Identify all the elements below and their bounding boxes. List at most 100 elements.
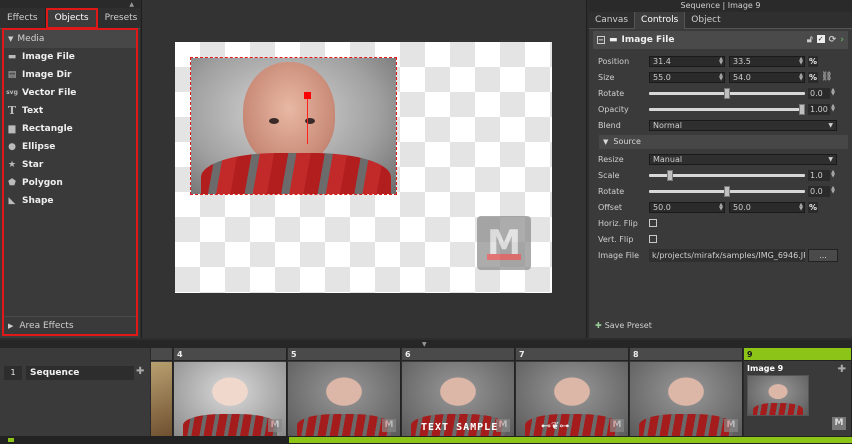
save-preset-button[interactable]: ✚ Save Preset <box>595 321 652 330</box>
position-y-input[interactable]: 33.5 ▲ ▼ <box>729 55 805 67</box>
tab-canvas[interactable]: Canvas <box>589 12 634 29</box>
left-panel: ▲ Effects Objects Presets ▼ Media ▬ Image … <box>0 0 146 338</box>
vert-flip-checkbox[interactable] <box>649 235 657 243</box>
sequence-grip[interactable]: ▼ <box>0 340 852 348</box>
source-rotate-slider[interactable] <box>649 185 805 197</box>
object-item-ellipse[interactable]: ● Ellipse <box>4 138 136 156</box>
opacity-slider[interactable] <box>649 103 805 115</box>
add-effect-icon[interactable]: ✚ <box>136 366 144 377</box>
media-section-header[interactable]: ▼ Media <box>4 30 136 48</box>
object-item-polygon[interactable]: ⬟ Polygon <box>4 174 136 192</box>
collapse-minus-icon[interactable]: − <box>597 36 605 44</box>
sequence-name[interactable]: Sequence <box>26 366 134 380</box>
object-item-star[interactable]: ★ Star <box>4 156 136 174</box>
blend-select[interactable]: Normal ▼ <box>649 119 837 131</box>
timeline-selection[interactable] <box>289 437 852 443</box>
rotate-value-input[interactable]: 0.0 ▲ ▼ <box>808 87 835 99</box>
image-file-row: Image File k/projects/mirafx/samples/IMG… <box>593 247 848 263</box>
next-icon[interactable]: › <box>840 35 844 45</box>
position-x-input[interactable]: 31.4 ▲ ▼ <box>649 55 725 67</box>
size-w-input[interactable]: 55.0 ▲ ▼ <box>649 71 725 83</box>
size-h-input[interactable]: 54.0 ▲ ▼ <box>729 71 805 83</box>
slider-knob[interactable] <box>724 185 730 197</box>
source-section-header[interactable]: ▼ Source <box>599 135 848 149</box>
tab-objects[interactable]: Objects <box>45 8 98 29</box>
image-object[interactable] <box>190 57 397 195</box>
horiz-flip-checkbox[interactable] <box>649 219 657 227</box>
resize-select[interactable]: Manual ▼ <box>649 153 837 165</box>
opacity-value: 1.00 <box>810 104 828 114</box>
right-panel: Sequence | Image 9 Canvas Controls Objec… <box>589 0 852 338</box>
spin-arrows-icon[interactable]: ▲ ▼ <box>799 72 803 82</box>
slider-knob[interactable] <box>799 103 805 115</box>
tab-object[interactable]: Object <box>685 12 726 29</box>
object-item-image-file[interactable]: ▬ Image File <box>4 48 136 66</box>
spin-arrows-icon[interactable]: ▲ ▼ <box>719 72 723 82</box>
object-item-image-dir[interactable]: ▤ Image Dir <box>4 66 136 84</box>
right-tabs: Canvas Controls Object <box>589 12 852 29</box>
size-unit-button[interactable]: % <box>808 71 818 83</box>
browse-button[interactable]: ... <box>808 248 838 262</box>
spin-arrows-icon[interactable]: ▲ ▼ <box>831 87 835 97</box>
offset-y-input[interactable]: 50.0 ▲ ▼ <box>729 201 805 213</box>
offset-label: Offset <box>598 202 623 212</box>
clip-7[interactable]: 7 M <box>516 348 629 436</box>
spin-arrows-icon[interactable]: ▲ ▼ <box>719 56 723 66</box>
watermark-logo: M <box>268 419 282 432</box>
source-section-label: Source <box>613 137 641 146</box>
lock-icon[interactable]: 🔓︎ <box>807 35 813 45</box>
spin-arrows-icon[interactable]: ▲ ▼ <box>799 202 803 212</box>
clip-number: 4 <box>174 348 286 361</box>
clip-5[interactable]: 5 M <box>288 348 401 436</box>
tab-effects[interactable]: Effects <box>0 8 46 29</box>
opacity-value-input[interactable]: 1.00 ▲ ▼ <box>808 103 835 115</box>
spin-arrows-icon[interactable]: ▲ ▼ <box>831 169 835 179</box>
clip-partial[interactable] <box>151 348 173 436</box>
visible-checkbox[interactable]: ✓ <box>816 35 825 43</box>
slider-knob[interactable] <box>724 87 730 99</box>
offset-unit-button[interactable]: % <box>808 201 818 213</box>
scale-value-input[interactable]: 1.0 ▲ ▼ <box>808 169 835 181</box>
timeline-bar[interactable] <box>0 436 852 444</box>
rotation-handle[interactable] <box>304 92 311 99</box>
scale-slider[interactable] <box>649 169 805 181</box>
spin-arrows-icon[interactable]: ▲ ▼ <box>831 185 835 195</box>
object-item-text[interactable]: T Text <box>4 102 136 120</box>
viewer-panel: M <box>141 0 587 338</box>
offset-x-input[interactable]: 50.0 ▲ ▼ <box>649 201 725 213</box>
slider-knob[interactable] <box>667 169 673 181</box>
clip-8[interactable]: 8 M <box>630 348 743 436</box>
spin-arrows-icon[interactable]: ▲ ▼ <box>831 103 835 113</box>
clip-thumbnail: M <box>516 362 628 436</box>
clip-thumbnail: M <box>288 362 400 436</box>
add-effect-icon[interactable]: ✚ <box>838 364 846 375</box>
image-file-path[interactable]: k/projects/mirafx/samples/IMG_6946.JPG <box>649 248 805 262</box>
object-item-vector-file[interactable]: svg Vector File <box>4 84 136 102</box>
blend-value: Normal <box>653 120 682 130</box>
object-item-shape[interactable]: ◣ Shape <box>4 192 136 210</box>
tab-controls[interactable]: Controls <box>634 12 686 29</box>
reset-icon[interactable]: ⟳ <box>829 35 837 45</box>
panel-grip[interactable]: ▲ <box>0 0 140 8</box>
canvas[interactable]: M <box>175 42 552 293</box>
position-x-value: 31.4 <box>653 56 671 66</box>
photo-baby-head <box>243 62 335 166</box>
position-unit-button[interactable]: % <box>808 55 818 67</box>
object-tools: 🔓︎ ✓ ⟳ › <box>807 35 848 45</box>
spin-arrows-icon[interactable]: ▲ ▼ <box>719 202 723 212</box>
spin-arrows-icon[interactable]: ▲ ▼ <box>799 56 803 66</box>
collapse-arrow-icon[interactable]: ▼ <box>422 341 427 348</box>
logo-bar <box>487 254 521 260</box>
tab-presets[interactable]: Presets <box>98 8 146 29</box>
collapse-arrow-icon[interactable]: ▲ <box>129 1 134 8</box>
link-icon[interactable]: ⛓ <box>821 72 832 82</box>
photo-eye <box>269 118 279 124</box>
clip-4[interactable]: 4 M <box>174 348 287 436</box>
object-item-rectangle[interactable]: ▆ Rectangle <box>4 120 136 138</box>
area-effects-header[interactable]: ▶ Area Effects <box>4 316 136 334</box>
clip-9-active[interactable]: 9 Image 9 ✚ M <box>744 348 852 436</box>
source-rotate-value-input[interactable]: 0.0 ▲ ▼ <box>808 185 835 197</box>
rotate-slider[interactable] <box>649 87 805 99</box>
shape-icon: ◣ <box>8 196 16 206</box>
triangle-down-icon: ▼ <box>603 138 609 146</box>
